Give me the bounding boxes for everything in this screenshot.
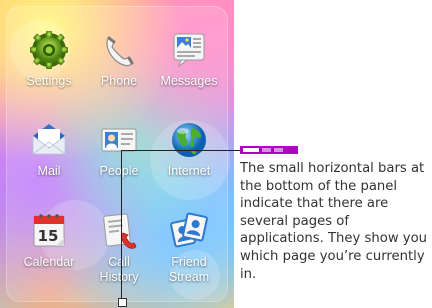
- calendar-day-number: 15: [38, 227, 59, 245]
- gear-icon: [30, 31, 68, 69]
- page-indicator-other: [262, 148, 271, 152]
- app-phone[interactable]: Phone: [82, 30, 156, 89]
- app-label: Settings: [26, 74, 72, 88]
- app-label: Internet: [167, 164, 211, 178]
- app-friend-stream[interactable]: Friend Stream: [152, 211, 226, 285]
- annotation-text: The small horizontal bars at the bottom …: [240, 161, 428, 282]
- app-label: Calendar: [23, 255, 75, 269]
- callout-leader-line: [121, 150, 240, 151]
- app-label: Mail: [37, 164, 61, 178]
- home-screen: Settings Phone Messages Mail People Inte…: [0, 0, 234, 308]
- friend-stream-icon: [170, 212, 208, 248]
- calendar-icon: 15: [33, 214, 65, 247]
- callout-leader-line: [121, 150, 122, 300]
- call-history-icon: [103, 213, 137, 249]
- app-mail[interactable]: Mail: [12, 120, 86, 179]
- app-label: Call History: [99, 255, 139, 284]
- phone-handset-icon: [106, 36, 134, 67]
- page-indicator-other: [274, 148, 283, 152]
- mail-envelope-icon: [32, 124, 66, 155]
- messages-icon: [173, 33, 205, 68]
- page-indicator: [240, 146, 298, 154]
- app-calendar[interactable]: 15 Calendar: [12, 211, 86, 270]
- app-settings[interactable]: Settings: [12, 30, 86, 89]
- app-label: People: [99, 164, 139, 178]
- app-label: Phone: [100, 74, 138, 88]
- globe-icon: [172, 123, 206, 157]
- app-label: Friend Stream: [168, 255, 210, 284]
- app-label: Messages: [160, 74, 218, 88]
- contact-card-icon: [101, 128, 137, 152]
- page-indicator-pointer: [118, 298, 127, 307]
- app-call-history[interactable]: Call History: [82, 211, 156, 285]
- app-messages[interactable]: Messages: [152, 30, 226, 89]
- page-indicator-current: [243, 148, 259, 152]
